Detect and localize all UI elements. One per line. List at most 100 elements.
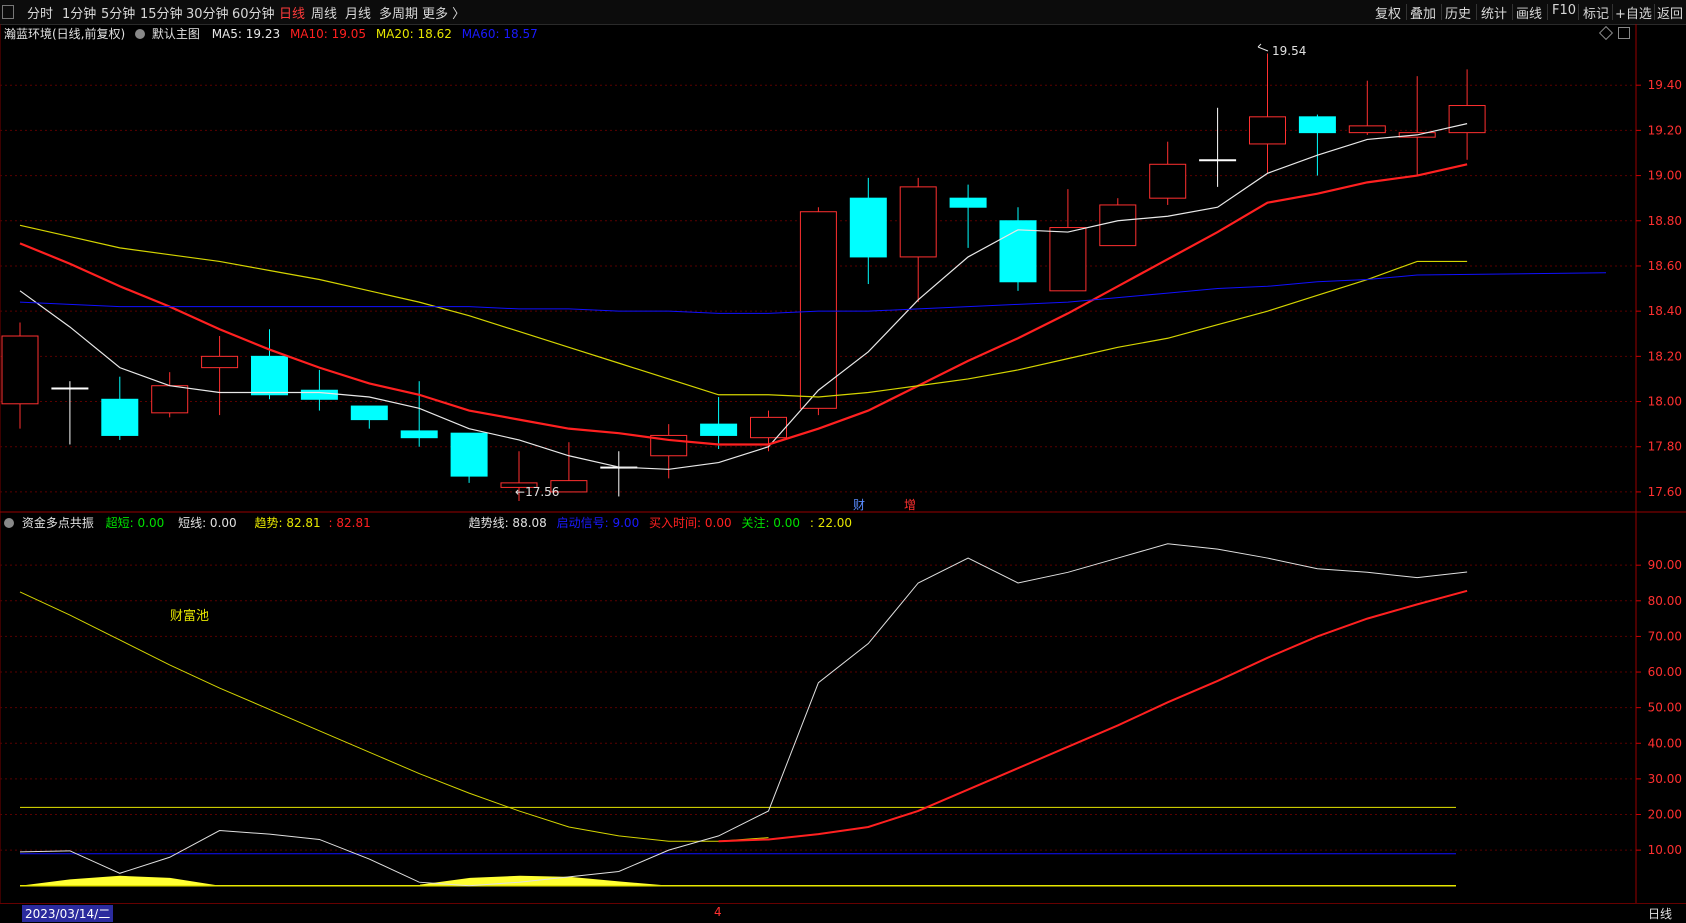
tab-fenshi[interactable]: 分时 — [27, 3, 53, 22]
candle — [450, 432, 488, 483]
candle-body — [350, 405, 388, 421]
mark-button[interactable]: 标记 — [1583, 3, 1609, 22]
candle — [899, 177, 937, 303]
tab-daily[interactable]: 日线 — [279, 3, 305, 22]
sub-tick-label: 50.00 — [1648, 701, 1682, 715]
fuquan-button[interactable]: 复权 — [1375, 3, 1401, 22]
main-tick-label: 17.80 — [1648, 440, 1682, 454]
ma20-value: MA20: 18.62 — [375, 27, 452, 41]
duanxian-value: 短线: 0.00 — [178, 516, 237, 530]
candle — [51, 381, 89, 445]
ma-line-ma5 — [19, 123, 1468, 470]
candle-body — [1149, 163, 1187, 199]
draw-line-button[interactable]: 画线 — [1516, 3, 1542, 22]
candle-body — [251, 355, 288, 396]
candle-body — [1, 335, 39, 405]
add-watchlist-button[interactable]: +自选 — [1615, 3, 1652, 22]
candle — [999, 207, 1037, 291]
panel-settings-icon[interactable] — [1598, 25, 1614, 41]
main-tick-label: 19.00 — [1648, 169, 1682, 183]
candle — [1, 322, 39, 429]
candle-body — [949, 197, 987, 208]
tab-1min[interactable]: 1分钟 — [62, 3, 96, 22]
ma-line-ma20 — [19, 224, 1468, 398]
candle-body — [1049, 227, 1087, 292]
period-label: 日线 — [1648, 907, 1673, 921]
candle-body — [400, 430, 438, 439]
trend-line — [718, 589, 1468, 843]
main-tick-label: 18.00 — [1648, 395, 1682, 409]
candle — [1249, 53, 1286, 174]
tab-weekly[interactable]: 周线 — [311, 3, 337, 22]
candle — [700, 397, 738, 449]
cursor-date-label: 2023/03/14/二 — [22, 905, 114, 922]
candle-body — [849, 197, 887, 258]
sub-tick-label: 70.00 — [1648, 629, 1682, 643]
candle-body — [700, 423, 738, 436]
candle-body — [300, 389, 338, 400]
stock-chart[interactable]: 17.60 17.80 18.00 18.20 18.40 18.60 18.80 19.00… — [0, 0, 1686, 922]
yellow-curve — [19, 591, 769, 842]
month-marker: 4 — [714, 905, 722, 919]
tab-monthly[interactable]: 月线 — [345, 3, 371, 22]
diejia-button[interactable]: 叠加 — [1410, 3, 1436, 22]
candle — [799, 207, 837, 416]
candle-body — [450, 432, 488, 477]
ma5-value: MA5: 19.23 — [211, 27, 281, 41]
candle — [1348, 80, 1386, 135]
toolbar-left-arrow-icon[interactable] — [2, 5, 14, 19]
low-price-label: ←17.56 — [515, 485, 559, 499]
candle — [750, 410, 787, 452]
sub-tick-label: 90.00 — [1648, 558, 1682, 572]
sub-tick-label: 40.00 — [1648, 736, 1682, 750]
sub-tick-label: 10.00 — [1648, 843, 1682, 857]
zeng-marker: 增 — [904, 498, 916, 512]
sub-tick-label: 30.00 — [1648, 772, 1682, 786]
ma-line-ma10 — [19, 163, 1468, 446]
qidong-value: 启动信号: 9.00 — [556, 516, 640, 530]
tab-60min[interactable]: 60分钟 — [232, 3, 275, 22]
signal-area — [420, 875, 670, 886]
candle — [849, 177, 887, 285]
back-button[interactable]: 返回 — [1657, 3, 1683, 22]
candle-body — [201, 355, 239, 369]
sub-tick-label: 60.00 — [1648, 665, 1682, 679]
candle-body — [1099, 204, 1137, 247]
tab-multi-period[interactable]: 多周期 — [379, 3, 418, 22]
f10-button[interactable]: F10 — [1552, 3, 1576, 18]
sub-indicator-name[interactable]: 资金多点共振 — [22, 516, 94, 530]
ma60-value: MA60: 18.57 — [461, 27, 538, 41]
guanzhu-value: 关注: 0.00 — [741, 516, 801, 530]
candle-body — [101, 398, 139, 436]
main-tick-label: 17.60 — [1648, 485, 1682, 499]
high-price-arrow-icon — [1257, 43, 1269, 52]
tab-5min[interactable]: 5分钟 — [101, 3, 135, 22]
qushi-extra-value: : 82.81 — [328, 516, 371, 530]
candle — [350, 405, 388, 429]
period-toolbar: 分时 1分钟 5分钟 15分钟 30分钟 60分钟 日线 周线 月线 多周期 更… — [0, 0, 1686, 25]
sub-chart-legend: 资金多点共振 超短: 0.00 短线: 0.00 趋势: 82.81 : 82.… — [4, 514, 852, 531]
history-button[interactable]: 历史 — [1445, 3, 1471, 22]
sub-tick-label: 20.00 — [1648, 808, 1682, 822]
candle-body — [1448, 105, 1486, 134]
stock-name[interactable]: 瀚蓝环境(日线,前复权) — [4, 27, 125, 41]
tab-15min[interactable]: 15分钟 — [140, 3, 183, 22]
mairu-value: 买入时间: 0.00 — [649, 516, 732, 530]
tab-more[interactable]: 更多 〉 — [422, 3, 465, 22]
qushixian-value: 趋势线: 88.08 — [468, 516, 547, 530]
sub-indicator-menu-icon[interactable] — [4, 518, 14, 528]
date-axis: 2023/03/14/二 4 日线 — [0, 903, 1686, 923]
candle — [550, 442, 588, 493]
stats-button[interactable]: 统计 — [1481, 3, 1507, 22]
main-tick-label: 18.80 — [1648, 214, 1682, 228]
candle-body — [999, 220, 1037, 283]
candle — [1199, 107, 1237, 187]
candle — [101, 376, 139, 440]
candle — [251, 329, 288, 400]
main-tick-label: 18.60 — [1648, 259, 1682, 273]
tab-30min[interactable]: 30分钟 — [186, 3, 229, 22]
candle-body — [1398, 132, 1436, 138]
panel-maximize-icon[interactable] — [1618, 27, 1630, 39]
indicator-name[interactable]: 默认主图 — [152, 27, 200, 41]
indicator-menu-icon[interactable] — [135, 29, 146, 39]
